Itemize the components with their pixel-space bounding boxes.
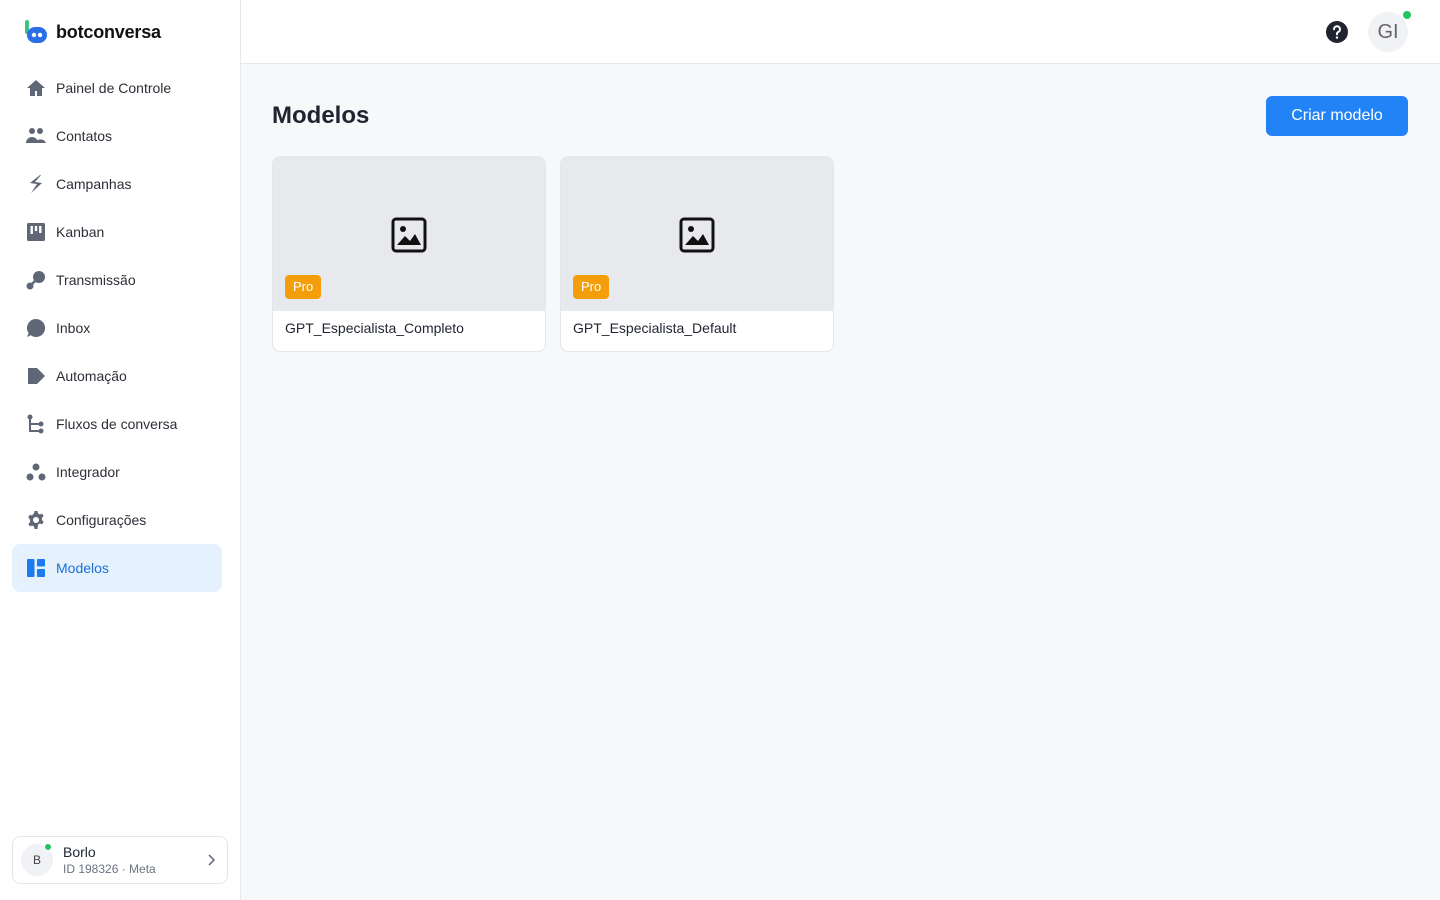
sidebar-item-label: Integrador — [56, 464, 120, 480]
sidebar-item-label: Kanban — [56, 224, 105, 240]
sidebar-item-label: Contatos — [56, 128, 113, 144]
integrator-icon — [26, 462, 46, 482]
page-title: Modelos — [272, 102, 370, 129]
sidebar-item-label: Modelos — [56, 560, 109, 576]
broadcast-icon — [26, 270, 46, 290]
sidebar-item-label: Painel de Controle — [56, 80, 172, 96]
user-avatar[interactable]: GI — [1368, 11, 1411, 52]
account-name: Borlo — [63, 844, 96, 860]
sidebar-item-integrador[interactable]: Integrador — [12, 448, 222, 496]
user-initials: GI — [1377, 20, 1399, 43]
template-thumbnail: Pro — [561, 157, 833, 311]
sidebar-item-label: Campanhas — [56, 176, 132, 192]
account-info: Borlo ID 198326 · Meta — [63, 843, 203, 877]
sidebar-item-label: Inbox — [56, 320, 91, 336]
sidebar-item-label: Automação — [56, 368, 127, 384]
home-icon — [26, 78, 46, 98]
sidebar-item-kanban[interactable]: Kanban — [12, 208, 222, 256]
campaign-icon — [26, 174, 46, 194]
sidebar-item-modelos[interactable]: Modelos — [12, 544, 222, 592]
sidebar-item-contatos[interactable]: Contatos — [12, 112, 222, 160]
image-placeholder-icon — [391, 217, 427, 253]
template-title: GPT_Especialista_Default — [573, 320, 737, 336]
sidebar-item-automacao[interactable]: Automação — [12, 352, 222, 400]
account-initial: B — [32, 853, 41, 867]
account-switcher[interactable]: B Borlo ID 198326 · Meta — [12, 836, 228, 884]
sidebar-item-label: Configurações — [56, 512, 147, 528]
top-header: GI — [241, 0, 1440, 64]
account-avatar: B — [21, 843, 53, 876]
template-thumbnail: Pro — [273, 157, 545, 311]
online-status-dot — [1403, 11, 1411, 19]
flow-icon — [26, 414, 46, 434]
create-template-button[interactable]: Criar modelo — [1266, 96, 1408, 136]
sidebar-item-transmissao[interactable]: Transmissão — [12, 256, 222, 304]
online-status-dot — [44, 843, 52, 851]
sidebar-item-label: Transmissão — [56, 272, 136, 288]
sidebar-item-campanhas[interactable]: Campanhas — [12, 160, 222, 208]
account-subtitle: ID 198326 · Meta — [63, 862, 156, 876]
users-icon — [26, 126, 46, 146]
chevron-right-icon — [208, 854, 216, 866]
templates-grid: Pro GPT_Especialista_Completo Pro GPT_Es… — [272, 156, 834, 352]
botconversa-logo-icon — [25, 20, 47, 43]
pro-badge: Pro — [285, 275, 322, 299]
sidebar-item-configuracoes[interactable]: Configurações — [12, 496, 222, 544]
template-card[interactable]: Pro GPT_Especialista_Completo — [272, 156, 546, 352]
pro-badge: Pro — [573, 275, 610, 299]
sidebar-item-label: Fluxos de conversa — [56, 416, 178, 432]
sidebar-item-painel-de-controle[interactable]: Painel de Controle — [12, 64, 222, 112]
template-card[interactable]: Pro GPT_Especialista_Default — [560, 156, 834, 352]
brand[interactable]: botconversa — [24, 20, 161, 44]
image-placeholder-icon — [679, 217, 715, 253]
sidebar-item-fluxos-de-conversa[interactable]: Fluxos de conversa — [12, 400, 222, 448]
sidebar: botconversa Painel de Controle Contatos … — [0, 0, 241, 900]
templates-icon — [26, 558, 46, 578]
brand-name: botconversa — [56, 21, 161, 42]
template-title: GPT_Especialista_Completo — [285, 320, 464, 336]
kanban-icon — [26, 222, 46, 242]
help-icon[interactable] — [1325, 20, 1349, 44]
chat-icon — [26, 318, 46, 338]
automation-icon — [26, 366, 46, 386]
sidebar-item-inbox[interactable]: Inbox — [12, 304, 222, 352]
sidebar-nav: Painel de Controle Contatos Campanhas Ka… — [12, 64, 222, 592]
gear-icon — [26, 510, 46, 530]
